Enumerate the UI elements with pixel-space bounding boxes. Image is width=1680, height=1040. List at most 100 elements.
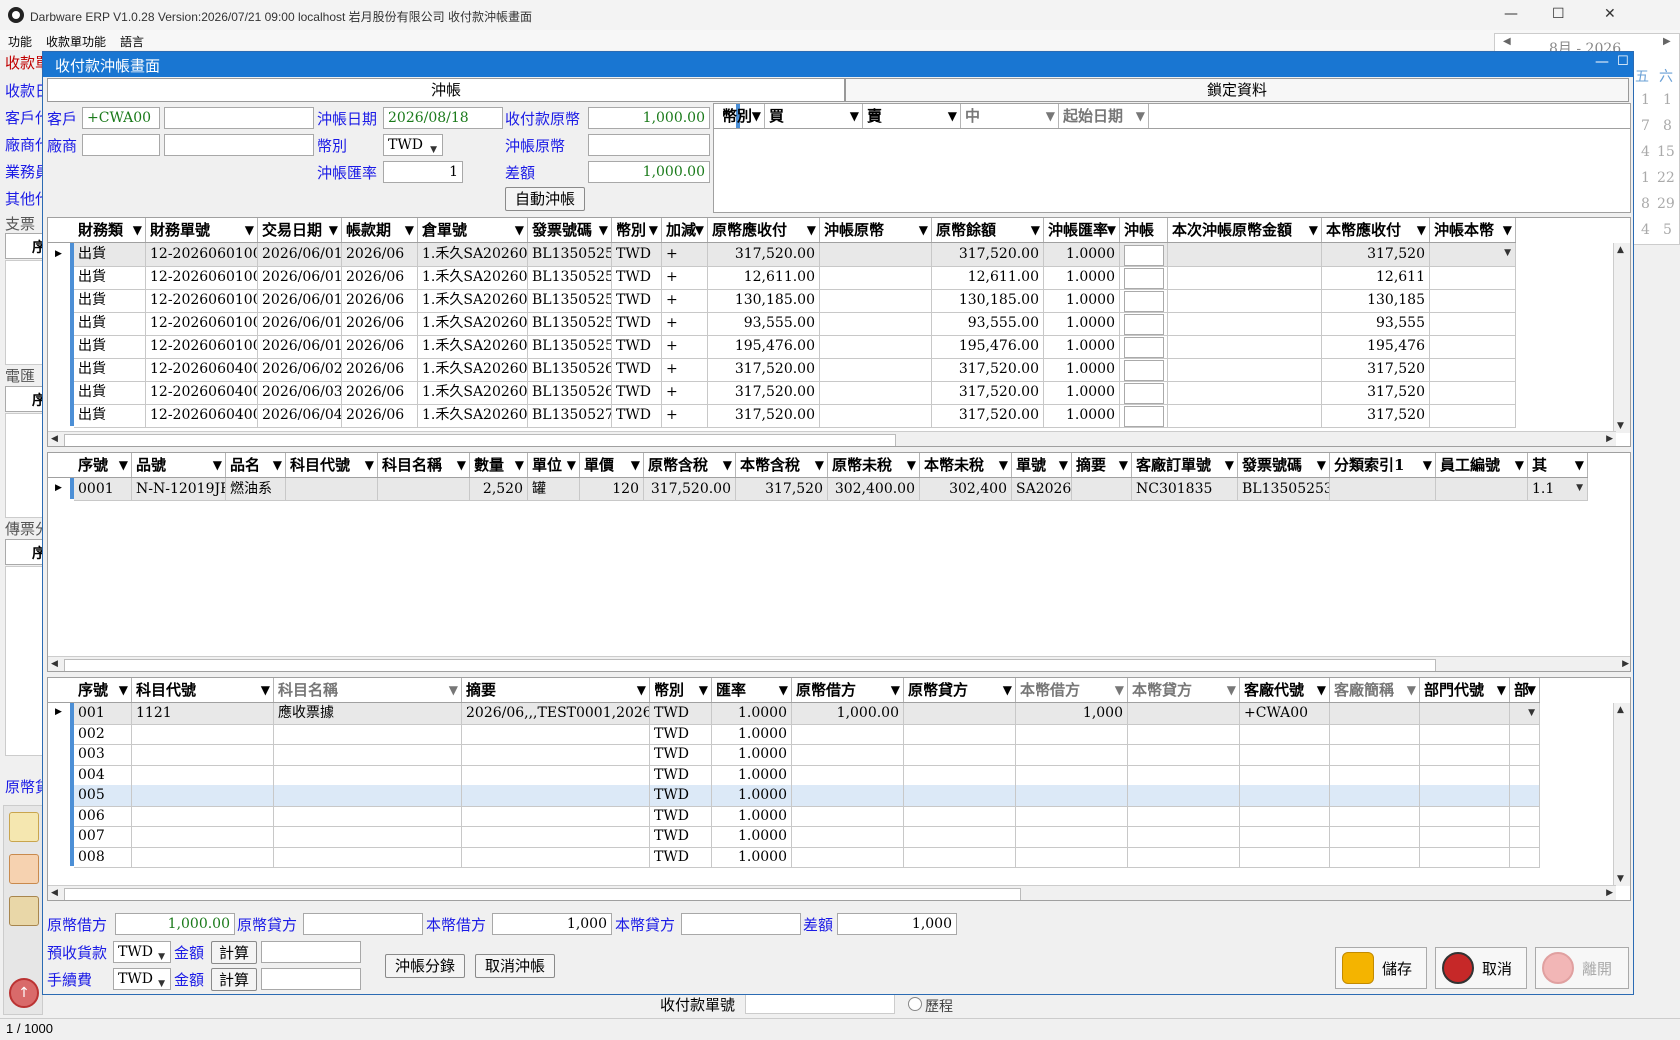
table-cell[interactable] (1128, 744, 1240, 765)
filter-icon[interactable]: ▼ (1309, 218, 1318, 242)
dialog-minimize-icon[interactable]: — (1595, 54, 1609, 70)
table-cell[interactable] (274, 805, 462, 826)
table-cell[interactable]: 1,000 (1016, 703, 1128, 724)
table-cell[interactable]: TWD (612, 289, 662, 312)
save-button[interactable]: 儲存 (1335, 947, 1427, 989)
table-cell[interactable]: 2026/06 (342, 335, 418, 358)
table-cell[interactable] (274, 826, 462, 847)
scroll-left-icon[interactable]: ◀ (51, 888, 58, 898)
table-cell[interactable]: BL13505270 (528, 404, 612, 427)
filter-icon[interactable]: ▼ (515, 218, 524, 242)
table-cell[interactable] (1436, 478, 1528, 500)
table-cell[interactable] (462, 764, 650, 785)
table-cell[interactable]: 317,520 (1322, 243, 1430, 266)
table-cell[interactable]: 302,400 (920, 478, 1012, 500)
table-cell[interactable]: 1.禾久SA20260 (418, 266, 528, 289)
table-cell[interactable] (1120, 312, 1168, 335)
table-cell[interactable] (1168, 358, 1322, 381)
table-cell[interactable]: + (662, 335, 708, 358)
table-cell[interactable] (1168, 404, 1322, 427)
table-cell[interactable]: 195,476.00 (708, 335, 820, 358)
table-row[interactable]: 003 TWD 1.0000 (74, 744, 1540, 766)
filter-icon[interactable]: ▼ (1107, 218, 1116, 242)
table-cell[interactable] (1510, 764, 1540, 785)
table-cell[interactable]: 1.0000 (1044, 312, 1120, 335)
column-header[interactable]: 本幣應收付 ▼ (1322, 218, 1430, 242)
table-cell[interactable]: TWD (650, 826, 712, 847)
table-cell[interactable]: 317,520.00 (932, 404, 1044, 427)
filter-icon[interactable]: ▼ (1575, 453, 1584, 477)
table-cell[interactable]: 317,520.00 (932, 381, 1044, 404)
table-cell[interactable]: TWD (650, 764, 712, 785)
table-cell[interactable]: 出貨 (74, 381, 146, 404)
column-header[interactable]: 科目代號 ▼ (132, 678, 274, 702)
table-cell[interactable]: 93,555.00 (708, 312, 820, 335)
table-cell[interactable]: TWD (650, 846, 712, 867)
fee-currency-select[interactable]: TWD (113, 968, 171, 990)
table-cell[interactable] (1016, 826, 1128, 847)
table-cell[interactable] (1330, 785, 1420, 806)
tab-offset[interactable]: 沖帳 (47, 78, 845, 102)
note-icon[interactable] (9, 812, 39, 842)
table-cell[interactable] (1420, 785, 1510, 806)
table-cell[interactable] (1120, 335, 1168, 358)
table-row[interactable]: 出貨12-202606040062026/06/042026/061.禾久SA2… (74, 404, 1516, 428)
table-cell[interactable] (820, 358, 932, 381)
diff-input[interactable]: 1,000.00 (588, 161, 710, 183)
table-cell[interactable]: BL13505256 (528, 312, 612, 335)
table-row[interactable]: 出貨12-202606010092026/06/012026/061.禾久SA2… (74, 335, 1516, 359)
table-cell[interactable]: 2026/06/02 (258, 358, 342, 381)
filter-icon[interactable]: ▼ (723, 453, 732, 477)
table-cell[interactable]: 12-20260601009 (146, 335, 258, 358)
table-cell[interactable]: 出貨 (74, 335, 146, 358)
tab-locked-data[interactable]: 鎖定資料 (845, 78, 1629, 102)
table-cell[interactable] (792, 826, 904, 847)
filter-icon[interactable]: ▼ (133, 218, 142, 242)
table-cell[interactable] (904, 723, 1016, 744)
calendar-prev-icon[interactable]: ◀ (1503, 36, 1511, 47)
table-cell[interactable] (1016, 785, 1128, 806)
column-header[interactable]: 本次沖帳原幣金額 ▼ (1168, 218, 1322, 242)
table-cell[interactable]: 1.禾久SA20260 (418, 335, 528, 358)
table-cell[interactable] (1510, 723, 1540, 744)
table-cell[interactable]: 1.禾久SA20260 (418, 243, 528, 266)
table-cell[interactable]: 004 (74, 764, 132, 785)
table-cell[interactable]: 12-20260604004 (146, 358, 258, 381)
table-cell[interactable] (274, 785, 462, 806)
offset-checkbox[interactable] (1124, 383, 1164, 404)
scroll-thumb[interactable] (64, 659, 1436, 671)
table-cell[interactable] (792, 723, 904, 744)
table-cell[interactable]: 006 (74, 805, 132, 826)
table-cell[interactable] (1128, 723, 1240, 744)
table-cell[interactable] (1420, 703, 1510, 724)
table-cell[interactable]: 12-20260604005 (146, 381, 258, 404)
column-header[interactable]: 其 ▼ (1528, 453, 1588, 477)
column-header[interactable]: 科目名稱 ▼ (378, 453, 470, 477)
filter-icon[interactable]: ▼ (119, 453, 128, 477)
filter-icon[interactable]: ▼ (449, 678, 458, 702)
orig-credit-input[interactable] (303, 913, 423, 935)
scroll-up-icon[interactable]: ▲ (1617, 245, 1624, 255)
table-cell[interactable] (1420, 826, 1510, 847)
filter-icon[interactable]: ▼ (779, 678, 788, 702)
calendar-day[interactable]: 1 (1641, 92, 1650, 108)
table-cell[interactable] (1120, 266, 1168, 289)
table-cell[interactable] (132, 723, 274, 744)
scroll-thumb[interactable] (64, 434, 896, 446)
column-header[interactable]: 原幣貸方 ▼ (904, 678, 1016, 702)
table-cell[interactable]: TWD (612, 358, 662, 381)
column-header[interactable]: 部 ▼ (1510, 678, 1540, 702)
table-cell[interactable]: 燃油系 (226, 478, 286, 500)
table-cell[interactable] (1072, 478, 1132, 500)
table-cell[interactable] (1128, 703, 1240, 724)
table-cell[interactable]: +CWA00 (1240, 703, 1330, 724)
table-cell[interactable]: + (662, 381, 708, 404)
column-header[interactable]: 本幣含稅 ▼ (736, 453, 828, 477)
table-cell[interactable] (1330, 846, 1420, 867)
table-cell[interactable] (462, 826, 650, 847)
table-row[interactable]: 出貨12-202606010072026/06/012026/061.禾久SA2… (74, 289, 1516, 313)
table-cell[interactable]: TWD (612, 266, 662, 289)
table-cell[interactable] (1240, 785, 1330, 806)
table-cell[interactable]: 130,185 (1322, 289, 1430, 312)
column-header[interactable]: 原幣含稅 ▼ (644, 453, 736, 477)
